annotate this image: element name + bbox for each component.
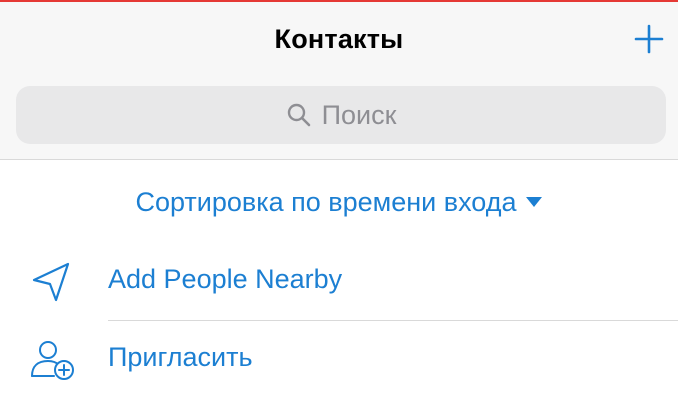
navigation-bar: Контакты Поиск (0, 2, 678, 160)
add-person-icon (28, 338, 78, 382)
list-item-label: Пригласить (108, 342, 253, 372)
sort-selector[interactable]: Сортировка по времени входа (0, 182, 678, 222)
page-title: Контакты (274, 24, 404, 54)
add-contact-button[interactable] (634, 24, 664, 54)
location-arrow-icon (28, 260, 78, 304)
plus-icon (634, 24, 664, 54)
list-item-invite[interactable]: Пригласить (0, 320, 678, 398)
search-icon (286, 102, 312, 128)
caret-down-icon (525, 196, 543, 208)
search-field[interactable]: Поиск (16, 86, 666, 144)
list-item-label: Add People Nearby (108, 264, 343, 294)
search-placeholder: Поиск (321, 99, 397, 130)
sort-label: Сортировка по времени входа (135, 186, 517, 217)
list-item-add-people-nearby[interactable]: Add People Nearby (0, 242, 678, 320)
